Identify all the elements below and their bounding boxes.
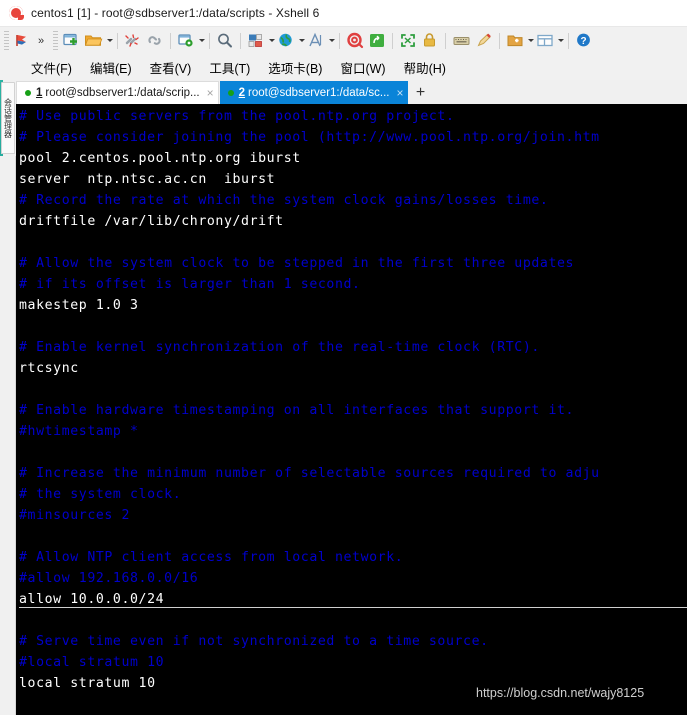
toolbar-grip-2[interactable] (53, 31, 59, 50)
terminal-line: # Please consider joining the pool (http… (19, 130, 600, 145)
new-folder-icon[interactable] (504, 30, 526, 52)
terminal-line: #local stratum 10 (19, 655, 165, 670)
disconnect-icon[interactable] (122, 30, 144, 52)
font-icon[interactable] (305, 30, 327, 52)
menu-tabs[interactable]: 选项卡(B) (259, 56, 331, 79)
xshell-window: centos1 [1] - root@sdbserver1:/data/scri… (0, 0, 687, 715)
terminal-line: server ntp.ntsc.ac.cn iburst (19, 172, 276, 187)
tab-label: root@sdbserver1:/data/scrip... (45, 87, 200, 99)
font-dropdown-caret-icon[interactable] (329, 39, 336, 42)
toolbar-separator-4 (240, 32, 242, 49)
toolbar-separator-1 (117, 32, 119, 49)
xshell-logo-icon (8, 5, 24, 21)
toolbar: » ? (0, 27, 687, 54)
layout-dropdown-caret-icon[interactable] (558, 39, 565, 42)
tab-session-2[interactable]: 2 root@sdbserver1:/data/sc... × (219, 81, 408, 104)
title-bar: centos1 [1] - root@sdbserver1:/data/scri… (0, 0, 687, 27)
terminal-line: # Record the rate at which the system cl… (19, 193, 549, 208)
tab-number: 1 (36, 87, 43, 99)
strip-background (0, 156, 16, 715)
globe-icon[interactable] (275, 30, 297, 52)
tab-session-1[interactable]: 1 root@sdbserver1:/data/scrip... × (16, 81, 219, 104)
window-title: centos1 [1] - root@sdbserver1:/data/scri… (31, 6, 320, 20)
toolbar-overflow-button[interactable]: » (32, 35, 49, 47)
help-icon[interactable]: ? (573, 30, 595, 52)
terminal-line: # if its offset is larger than 1 second. (19, 277, 361, 292)
file-transfer-icon[interactable] (245, 30, 267, 52)
find-icon[interactable] (214, 30, 236, 52)
sidebar-item-session-manager[interactable]: 会话管理器 (1, 82, 15, 154)
terminal-line: allow 10.0.0.0/24 (19, 589, 687, 610)
tab-label: root@sdbserver1:/data/sc... (248, 86, 390, 99)
tab-close-icon[interactable]: × (396, 87, 403, 99)
tab-bar: 1 root@sdbserver1:/data/scrip... × 2 roo… (16, 80, 687, 104)
toolbar-separator-8 (499, 32, 501, 49)
terminal-line: #minsources 2 (19, 508, 131, 523)
terminal-line: makestep 1.0 3 (19, 298, 139, 313)
terminal-line: rtcsync (19, 361, 79, 376)
session-manager-label: 会话管理器 (3, 98, 13, 138)
left-side-strip: 会话管理器 (0, 80, 16, 715)
terminal-line: # Allow the system clock to be stepped i… (19, 256, 575, 271)
menu-bar: 文件(F) 编辑(E) 查看(V) 工具(T) 选项卡(B) 窗口(W) 帮助(… (0, 54, 687, 80)
keyboard-icon[interactable] (450, 30, 473, 52)
terminal-line: # Serve time even if not synchronized to… (19, 634, 489, 649)
terminal-line: # the system clock. (19, 487, 182, 502)
connection-status-dot-icon (227, 89, 234, 96)
terminal-line: # Allow NTP client access from local net… (19, 550, 404, 565)
fullscreen-icon[interactable] (397, 30, 419, 52)
reconnect-icon[interactable] (144, 30, 166, 52)
menu-view[interactable]: 查看(V) (141, 56, 201, 79)
toolbar-separator-3 (209, 32, 211, 49)
terminal-line: driftfile /var/lib/chrony/drift (19, 214, 284, 229)
xftp-icon[interactable] (366, 30, 388, 52)
toolbar-separator-6 (392, 32, 394, 49)
bookmark-flag-icon[interactable] (11, 30, 32, 52)
open-folder-icon[interactable] (82, 30, 105, 52)
svg-text:?: ? (581, 36, 587, 47)
new-tab-button[interactable]: + (409, 81, 433, 104)
terminal-line: #allow 192.168.0.0/16 (19, 571, 199, 586)
tab-close-icon[interactable]: × (207, 87, 214, 99)
xshell-icon[interactable] (344, 30, 366, 52)
terminal-output[interactable]: # Use public servers from the pool.ntp.o… (16, 104, 687, 715)
toolbar-separator-9 (568, 32, 570, 49)
highlight-pen-icon[interactable] (473, 30, 495, 52)
connection-status-dot-icon (25, 90, 31, 96)
toolbar-grip[interactable] (4, 31, 9, 50)
terminal-line: # Use public servers from the pool.ntp.o… (19, 109, 455, 124)
properties-gear-icon[interactable] (175, 30, 197, 52)
tab-number: 2 (238, 86, 246, 99)
menu-tools[interactable]: 工具(T) (200, 56, 259, 79)
menu-file[interactable]: 文件(F) (22, 56, 81, 79)
menu-help[interactable]: 帮助(H) (395, 56, 455, 79)
properties-dropdown-caret-icon[interactable] (199, 39, 206, 42)
toolbar-separator-2 (170, 32, 172, 49)
terminal-line: # Enable hardware timestamping on all in… (19, 403, 575, 418)
toolbar-separator-5 (339, 32, 341, 49)
terminal-line: # Increase the minimum number of selecta… (19, 466, 600, 481)
menu-edit[interactable]: 编辑(E) (81, 56, 141, 79)
menu-window[interactable]: 窗口(W) (331, 56, 394, 79)
layout-icon[interactable] (534, 30, 556, 52)
toolbar-separator-7 (445, 32, 447, 49)
terminal-line: #hwtimestamp * (19, 424, 139, 439)
new-session-icon[interactable] (60, 30, 82, 52)
lock-icon[interactable] (419, 30, 441, 52)
terminal-line: # Enable kernel synchronization of the r… (19, 340, 540, 355)
watermark-text: https://blog.csdn.net/wajy8125 (476, 686, 645, 700)
open-folder-dropdown-caret-icon[interactable] (107, 39, 114, 42)
terminal-line: pool 2.centos.pool.ntp.org iburst (19, 151, 301, 166)
